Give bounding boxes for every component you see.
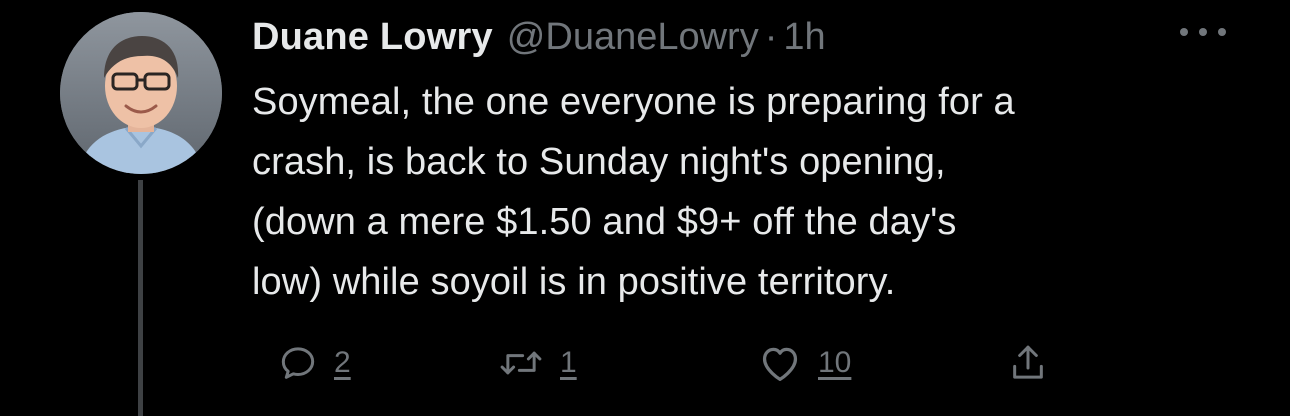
tweet-timestamp[interactable]: 1h: [783, 16, 825, 59]
author-display-name[interactable]: Duane Lowry: [252, 16, 493, 59]
author-handle[interactable]: @DuaneLowry: [507, 16, 759, 59]
like-count: 10: [818, 346, 852, 379]
tweet-action-bar: 2 1 10: [252, 338, 1252, 388]
retweet-count: 1: [560, 346, 577, 379]
reply-count: 2: [334, 346, 351, 379]
thread-connector-line: [138, 180, 143, 416]
tweet-header: Duane Lowry @DuaneLowry · 1h: [252, 12, 826, 62]
share-icon: [1013, 345, 1043, 379]
ellipsis-icon: [1180, 28, 1188, 36]
retweet-icon: [500, 351, 542, 375]
tweet-text: Soymeal, the one everyone is preparing f…: [252, 72, 1232, 312]
tweet-text-line: (down a mere $1.50 and $9+ off the day's: [252, 201, 957, 243]
profile-photo-icon: [60, 12, 222, 174]
ellipsis-icon: [1218, 28, 1226, 36]
tweet-card[interactable]: Duane Lowry @DuaneLowry · 1h Soymeal, th…: [0, 0, 1290, 416]
heart-icon: [762, 347, 798, 381]
like-button[interactable]: 10: [758, 338, 851, 388]
share-button[interactable]: [1008, 338, 1048, 388]
retweet-button[interactable]: 1: [498, 338, 577, 388]
tweet-text-line: Soymeal, the one everyone is preparing f…: [252, 81, 1015, 123]
avatar[interactable]: [60, 12, 222, 174]
tweet-text-line: crash, is back to Sunday night's opening…: [252, 141, 946, 183]
header-separator: ·: [764, 15, 778, 58]
reply-icon: [281, 347, 315, 379]
reply-button[interactable]: 2: [278, 338, 351, 388]
tweet-text-line: low) while soyoil is in positive territo…: [252, 261, 896, 303]
more-options-button[interactable]: [1180, 22, 1226, 42]
ellipsis-icon: [1199, 28, 1207, 36]
